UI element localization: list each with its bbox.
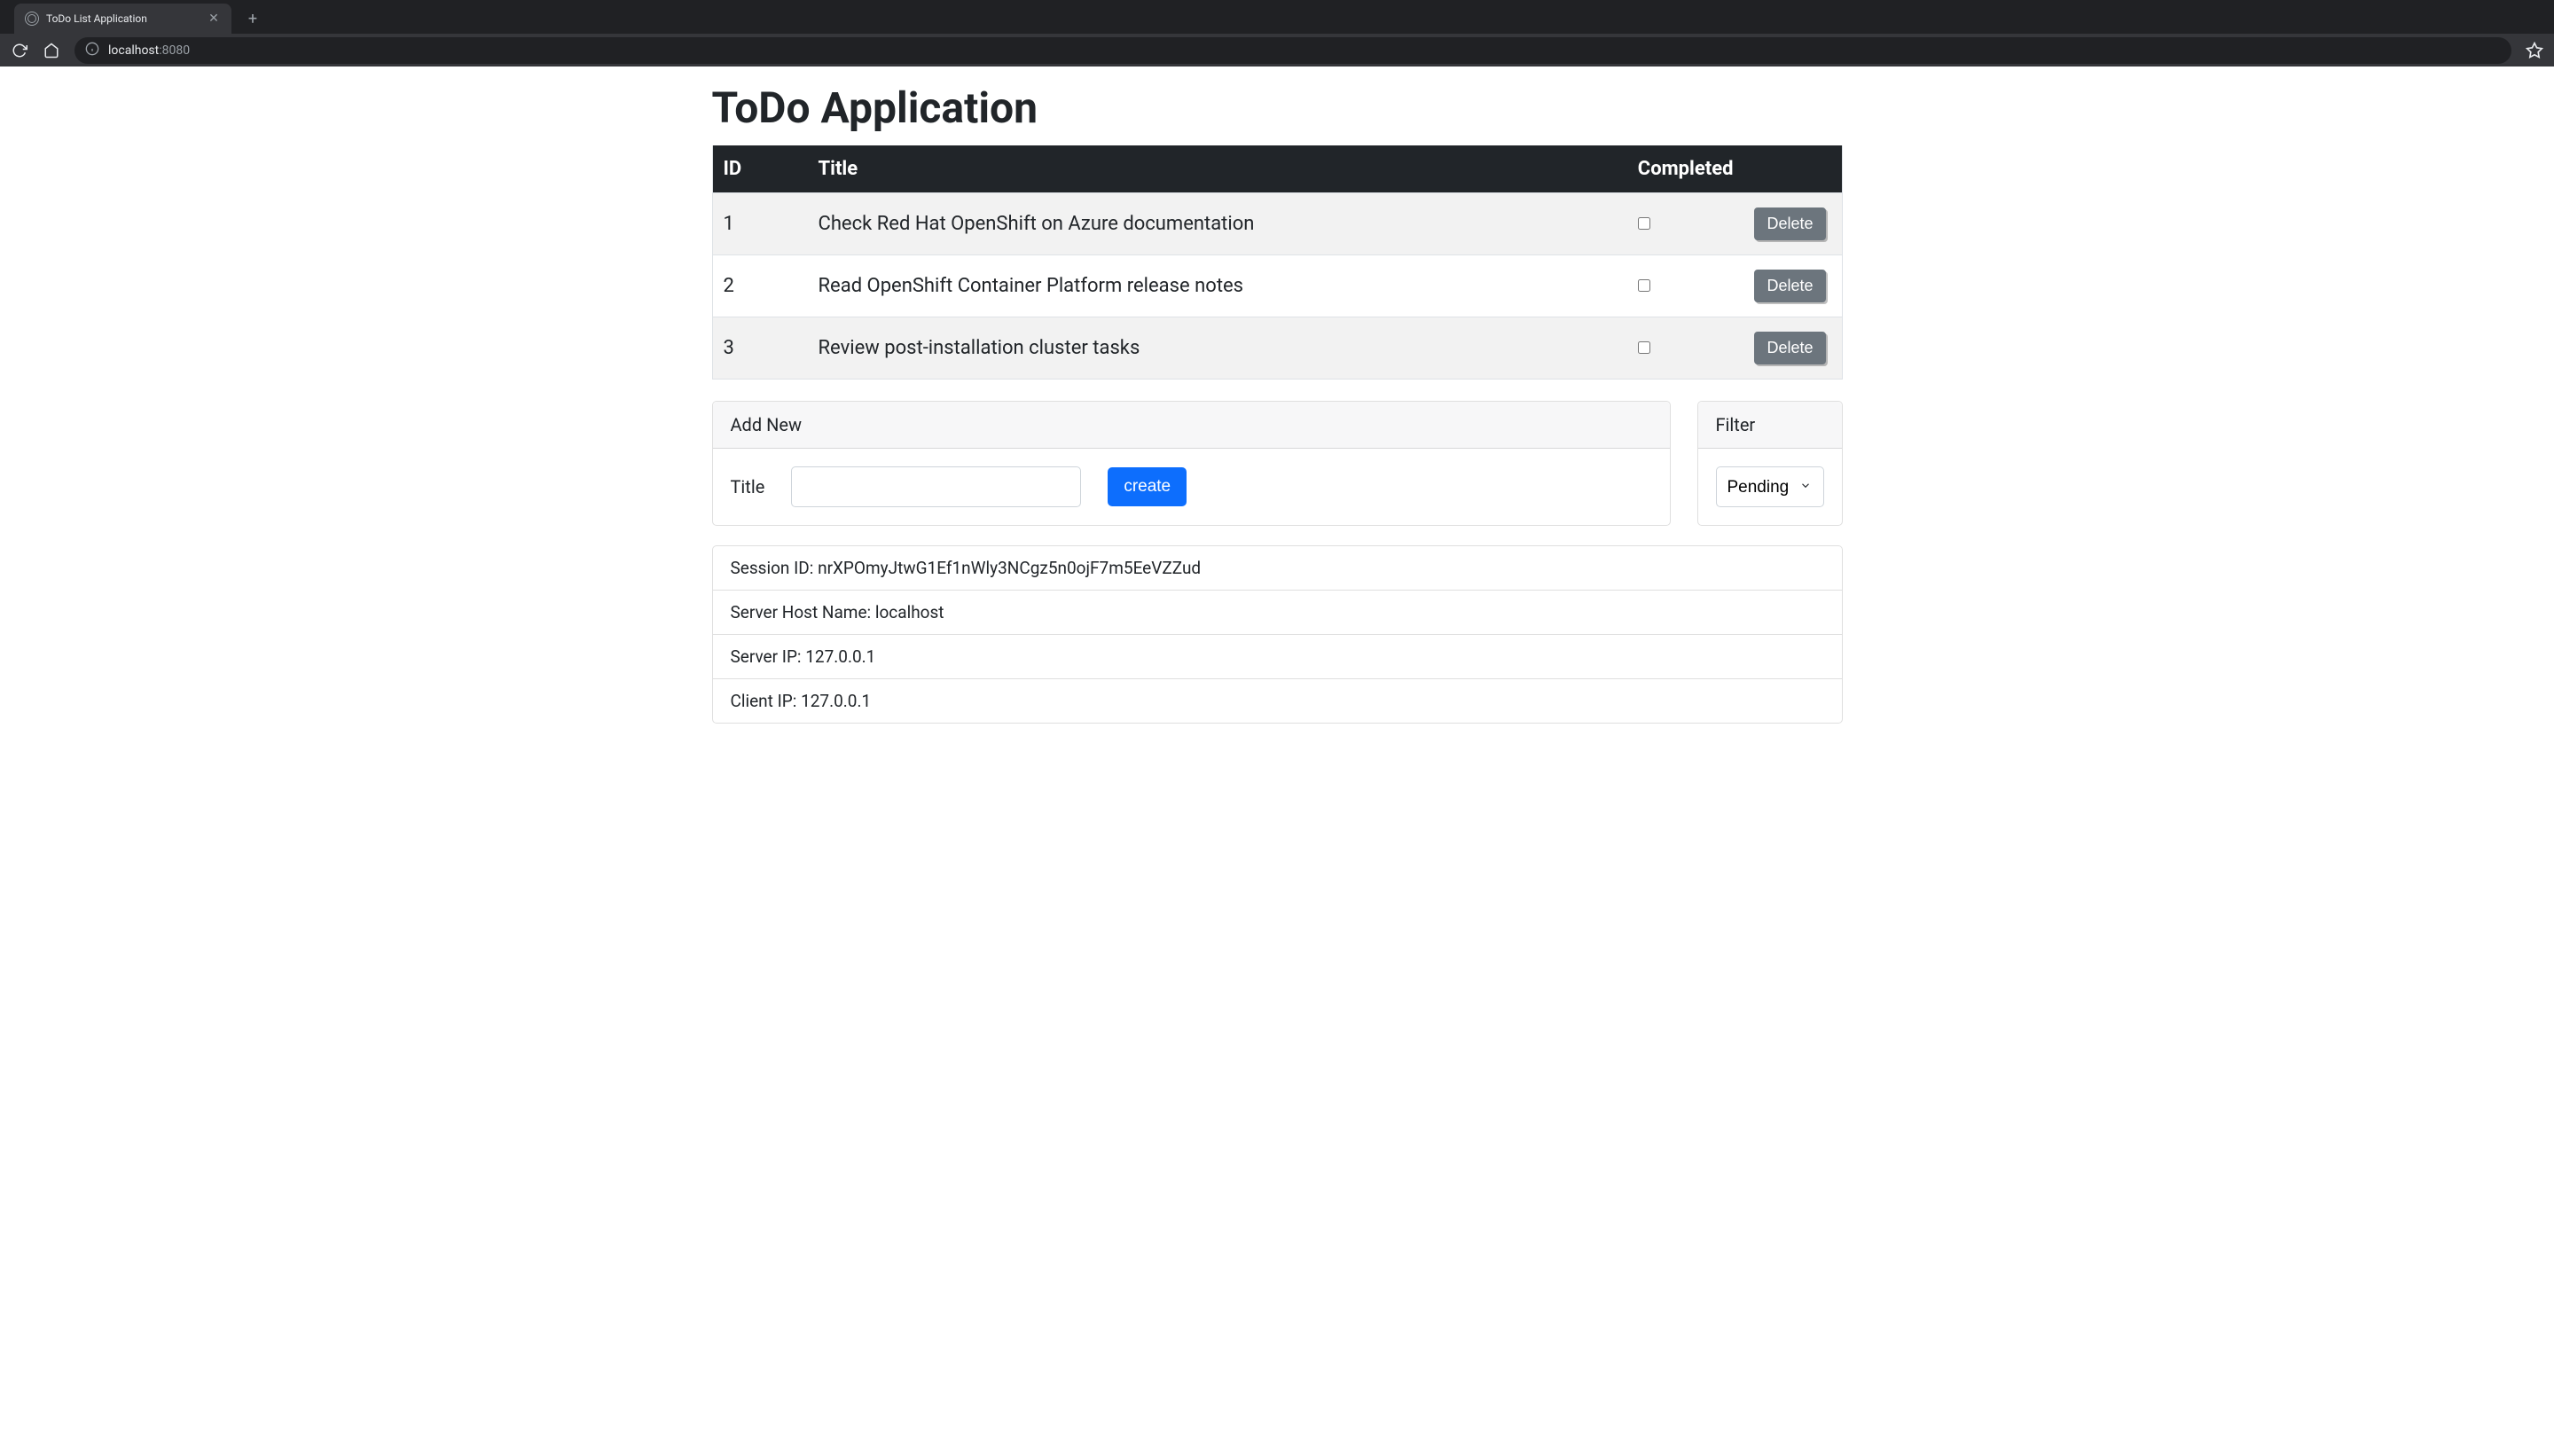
filter-card-body: Pending — [1698, 449, 1842, 525]
browser-tab[interactable]: ToDo List Application ✕ — [14, 4, 231, 34]
table-header-row: ID Title Completed — [713, 145, 1842, 193]
title-label: Title — [731, 476, 765, 497]
url-port: :8080 — [159, 43, 190, 58]
reload-icon[interactable] — [7, 38, 32, 63]
info-server-ip-value: 127.0.0.1 — [805, 646, 875, 667]
cell-id: 3 — [713, 317, 808, 380]
cell-id: 2 — [713, 255, 808, 317]
table-row: 1Check Red Hat OpenShift on Azure docume… — [713, 193, 1842, 255]
browser-chrome: ToDo List Application ✕ + localhost:8080 — [0, 0, 2554, 67]
tab-bar: ToDo List Application ✕ + — [0, 0, 2554, 34]
table-row: 2Read OpenShift Container Platform relea… — [713, 255, 1842, 317]
col-header-title: Title — [808, 145, 1627, 193]
add-new-card: Add New Title create — [712, 401, 1671, 526]
delete-button[interactable]: Delete — [1754, 332, 1825, 364]
filter-card-header: Filter — [1698, 402, 1842, 449]
tab-title: ToDo List Application — [46, 12, 200, 25]
info-server-ip-label: Server IP: — [731, 646, 806, 667]
info-client-ip-label: Client IP: — [731, 691, 802, 711]
cell-title: Check Red Hat OpenShift on Azure documen… — [808, 193, 1627, 255]
cell-completed — [1627, 255, 1744, 317]
new-tab-button[interactable]: + — [240, 6, 265, 31]
cell-title: Read OpenShift Container Platform releas… — [808, 255, 1627, 317]
completed-checkbox[interactable] — [1638, 279, 1650, 292]
cell-action: Delete — [1743, 255, 1841, 317]
completed-checkbox[interactable] — [1638, 341, 1650, 354]
home-icon[interactable] — [39, 38, 64, 63]
info-server-host: Server Host Name: localhost — [713, 591, 1842, 635]
delete-button[interactable]: Delete — [1754, 270, 1825, 302]
info-server-host-label: Server Host Name: — [731, 602, 875, 622]
cell-completed — [1627, 317, 1744, 380]
url-bar[interactable]: localhost:8080 — [74, 37, 2511, 64]
page-title: ToDo Application — [712, 82, 1843, 133]
cell-action: Delete — [1743, 317, 1841, 380]
app-container: ToDo Application ID Title Completed 1Che… — [699, 82, 1856, 724]
info-client-ip: Client IP: 127.0.0.1 — [713, 679, 1842, 723]
info-session-value: nrXPOmyJtwG1Ef1nWly3NCgz5n0ojF7m5EeVZZud — [818, 558, 1201, 578]
completed-checkbox[interactable] — [1638, 217, 1650, 230]
col-header-action — [1743, 145, 1841, 193]
filter-select[interactable]: Pending — [1716, 466, 1824, 507]
cell-title: Review post-installation cluster tasks — [808, 317, 1627, 380]
col-header-completed: Completed — [1627, 145, 1744, 193]
info-server-host-value: localhost — [875, 602, 944, 622]
address-bar-row: localhost:8080 — [0, 34, 2554, 67]
info-server-ip: Server IP: 127.0.0.1 — [713, 635, 1842, 679]
bookmark-star-icon[interactable] — [2522, 38, 2547, 63]
globe-icon — [25, 12, 39, 26]
filter-select-wrap: Pending — [1716, 466, 1824, 507]
info-list: Session ID: nrXPOmyJtwG1Ef1nWly3NCgz5n0o… — [712, 545, 1843, 724]
todo-table-wrap: ID Title Completed 1Check Red Hat OpenSh… — [712, 145, 1843, 380]
info-session-label: Session ID: — [731, 558, 819, 578]
filter-card: Filter Pending — [1697, 401, 1843, 526]
col-header-id: ID — [713, 145, 808, 193]
info-session: Session ID: nrXPOmyJtwG1Ef1nWly3NCgz5n0o… — [713, 546, 1842, 591]
add-card-header: Add New — [713, 402, 1670, 449]
url-host: localhost — [108, 43, 159, 58]
title-input[interactable] — [791, 466, 1081, 507]
url-text: localhost:8080 — [108, 43, 190, 58]
delete-button[interactable]: Delete — [1754, 207, 1825, 240]
close-tab-icon[interactable]: ✕ — [207, 12, 221, 26]
add-card-body: Title create — [713, 449, 1670, 525]
cards-row: Add New Title create Filter Pending — [712, 401, 1843, 526]
info-client-ip-value: 127.0.0.1 — [801, 691, 871, 711]
info-icon — [85, 42, 99, 59]
todo-table: ID Title Completed 1Check Red Hat OpenSh… — [713, 145, 1842, 379]
cell-id: 1 — [713, 193, 808, 255]
create-button[interactable]: create — [1108, 467, 1187, 506]
cell-completed — [1627, 193, 1744, 255]
cell-action: Delete — [1743, 193, 1841, 255]
table-row: 3Review post-installation cluster tasks D… — [713, 317, 1842, 380]
